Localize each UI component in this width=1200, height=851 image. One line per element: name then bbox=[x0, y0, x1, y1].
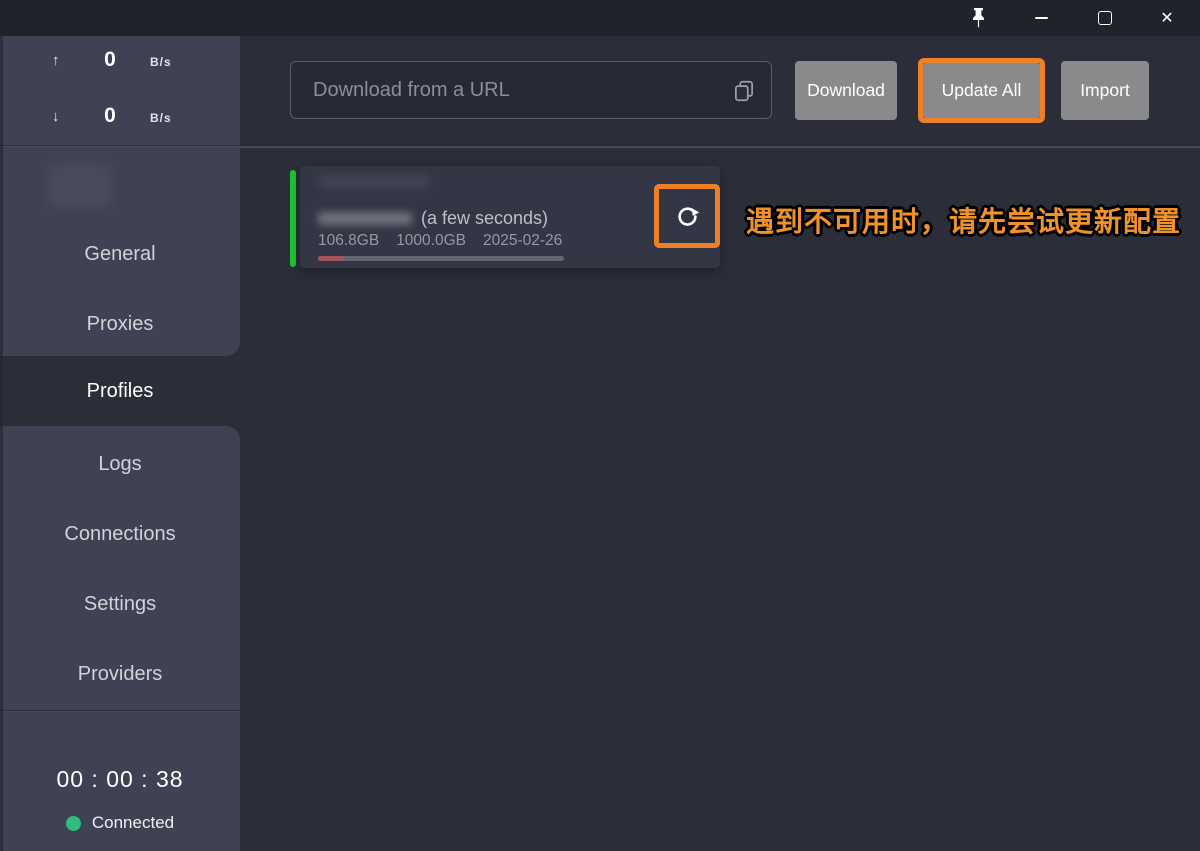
sidebar: ↑ 0 B/s ↓ 0 B/s General Proxies Profiles… bbox=[0, 36, 240, 851]
sidebar-item-logs[interactable]: Logs bbox=[0, 442, 240, 486]
import-button[interactable]: Import bbox=[1061, 61, 1149, 120]
sidebar-item-profiles[interactable]: Profiles bbox=[0, 356, 240, 426]
close-icon: ✕ bbox=[1160, 8, 1173, 28]
download-speed-value: 0 bbox=[83, 104, 137, 128]
profile-used-traffic: 106.8GB bbox=[318, 232, 379, 250]
traffic-progress-fill bbox=[318, 256, 344, 261]
upload-arrow-icon: ↑ bbox=[52, 52, 60, 69]
copy-icon bbox=[731, 78, 757, 104]
upload-speed-value: 0 bbox=[83, 48, 137, 72]
update-all-highlight-box: Update All bbox=[918, 58, 1045, 123]
minimize-icon bbox=[1035, 17, 1048, 19]
traffic-progress-bar bbox=[318, 256, 564, 261]
url-input-box bbox=[290, 61, 772, 119]
status-label: Connected bbox=[92, 813, 174, 833]
minimize-button[interactable] bbox=[1026, 4, 1056, 32]
titlebar: ✕ bbox=[0, 0, 1200, 36]
active-profile-indicator bbox=[290, 170, 296, 267]
download-arrow-icon: ↓ bbox=[52, 108, 60, 125]
sidebar-item-proxies[interactable]: Proxies bbox=[0, 302, 240, 346]
url-input[interactable] bbox=[291, 62, 771, 118]
profiles-page: Download Update All Import (a few second… bbox=[240, 36, 1200, 851]
uptime-timer: 00 : 00 : 38 bbox=[0, 757, 240, 801]
connection-status: Connected bbox=[0, 809, 240, 837]
maximize-button[interactable] bbox=[1090, 4, 1120, 32]
upload-speed-unit: B/s bbox=[150, 55, 172, 69]
redacted-logo-smudge bbox=[48, 164, 112, 208]
maximize-icon bbox=[1098, 11, 1112, 25]
profile-total-traffic: 1000.0GB bbox=[396, 232, 466, 250]
profile-stats-row: 106.8GB 1000.0GB 2025-02-26 bbox=[318, 232, 562, 250]
sidebar-top-panel: ↑ 0 B/s ↓ 0 B/s General Proxies bbox=[0, 36, 240, 356]
download-speed-unit: B/s bbox=[150, 111, 172, 125]
update-all-button[interactable]: Update All bbox=[923, 63, 1040, 118]
refresh-icon bbox=[674, 203, 701, 230]
header-divider bbox=[240, 146, 1200, 148]
window-left-edge bbox=[0, 36, 3, 851]
sidebar-bottom-panel: Logs Connections Settings Providers 00 :… bbox=[0, 426, 240, 851]
annotation-text: 遇到不可用时，请先尝试更新配置 bbox=[746, 200, 1196, 240]
profile-expire-date: 2025-02-26 bbox=[483, 232, 562, 250]
refresh-highlight-box bbox=[654, 184, 720, 248]
update-profile-button[interactable] bbox=[667, 196, 707, 236]
sidebar-item-settings[interactable]: Settings bbox=[0, 582, 240, 626]
sidebar-item-general[interactable]: General bbox=[0, 232, 240, 276]
download-button[interactable]: Download bbox=[795, 61, 897, 120]
status-dot-icon bbox=[66, 816, 81, 831]
sidebar-item-providers[interactable]: Providers bbox=[0, 652, 240, 696]
paste-from-clipboard-button[interactable] bbox=[731, 78, 757, 104]
pin-icon bbox=[971, 7, 986, 29]
pin-button[interactable] bbox=[963, 4, 993, 32]
profile-updated-label: (a few seconds) bbox=[421, 208, 548, 229]
close-button[interactable]: ✕ bbox=[1152, 4, 1182, 32]
sidebar-divider bbox=[0, 145, 240, 146]
sidebar-divider bbox=[0, 710, 240, 711]
profile-name-row: (a few seconds) bbox=[318, 206, 548, 230]
sidebar-item-connections[interactable]: Connections bbox=[0, 512, 240, 556]
redacted-profile-title bbox=[318, 174, 430, 189]
redacted-profile-name bbox=[318, 212, 412, 225]
